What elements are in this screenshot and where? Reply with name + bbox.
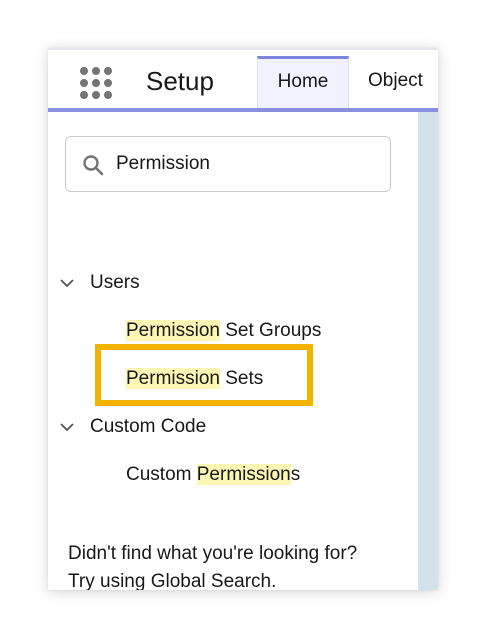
tree-item-permission-set-groups[interactable]: Permission Set Groups <box>126 320 321 342</box>
callout-highlight-box <box>95 344 313 406</box>
tab-home[interactable]: Home <box>257 56 349 110</box>
hint-line-1: Didn't find what you're looking for? <box>68 543 358 564</box>
search-input[interactable] <box>116 151 376 177</box>
app-title: Setup <box>146 66 214 96</box>
item-label-prefix: Custom <box>126 464 197 485</box>
setup-header: Setup Home Object <box>48 48 438 110</box>
search-match-highlight: Permission <box>196 464 291 485</box>
chevron-down-icon[interactable] <box>58 274 76 292</box>
hint-line-2: Try using Global Search. <box>68 571 277 590</box>
tree-node-users[interactable]: Users <box>58 269 140 297</box>
search-icon <box>83 155 104 176</box>
tree-node-custom-code[interactable]: Custom Code <box>58 413 206 441</box>
setup-tree-panel: Users Permission Set Groups Permission S… <box>48 112 418 590</box>
no-results-hint: Didn't find what you're looking for? Try… <box>68 540 357 590</box>
quick-find-search[interactable] <box>65 136 391 192</box>
item-label-rest: s <box>290 464 301 485</box>
tree-node-label: Users <box>90 272 140 293</box>
background-content-strip <box>418 112 438 590</box>
chevron-down-icon[interactable] <box>58 418 76 436</box>
search-match-highlight: Permission <box>126 320 220 341</box>
setup-panel: Setup Home Object Users Permission Set G… <box>48 48 438 590</box>
app-launcher-grid-icon[interactable] <box>80 67 112 99</box>
tree-node-label: Custom Code <box>90 416 207 437</box>
tree-item-custom-permissions[interactable]: Custom Permissions <box>126 464 300 486</box>
tab-object[interactable]: Object <box>368 56 423 110</box>
item-label-rest: Set Groups <box>219 320 322 341</box>
